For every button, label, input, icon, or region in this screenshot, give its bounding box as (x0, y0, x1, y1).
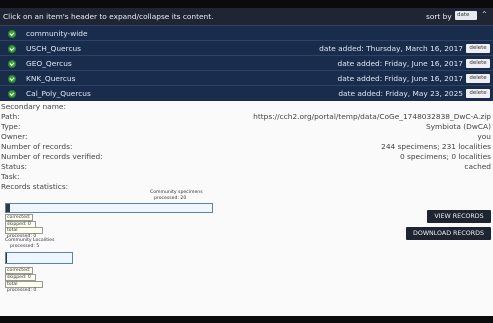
localities-processed: processed: 5 (10, 244, 40, 249)
specimens-processed: processed: 20 (154, 196, 187, 201)
item-community-wide[interactable]: community-wide (0, 25, 493, 41)
stats-label: Records statistics: (1, 182, 69, 191)
localities-title: Community Localities (5, 238, 55, 243)
secondary-name-row: Secondary name: (0, 101, 493, 111)
instructions-text: Click on an item's header to expand/coll… (3, 12, 214, 21)
item-cal-poly-quercus[interactable]: Cal_Poly_Quercus date added: Friday, May… (0, 85, 493, 101)
progress-fill (6, 253, 8, 263)
status-value: cached (464, 162, 491, 171)
chevron-up-icon[interactable]: ⌃ (481, 10, 488, 19)
progress-fill (6, 204, 11, 212)
delete-button[interactable]: delete (466, 44, 490, 53)
type-label: Type: (1, 122, 21, 131)
verified-value: 0 specimens; 0 localities (399, 152, 491, 161)
sort-select[interactable]: date (455, 11, 477, 20)
stats-row: Records statistics: (0, 181, 493, 191)
item-name: KNK_Quercus (26, 74, 76, 83)
delete-button[interactable]: delete (466, 59, 490, 68)
item-name: GEO_Qercus (26, 59, 72, 68)
type-value: Symbiota (DwCA) (425, 122, 491, 131)
check-icon (8, 75, 16, 83)
records-label: Number of records: (1, 142, 73, 151)
owner-label: Owner: (1, 132, 28, 141)
list-header: Click on an item's header to expand/coll… (0, 8, 493, 25)
app-window: Click on an item's header to expand/coll… (0, 0, 493, 323)
owner-value: you (477, 132, 491, 141)
specimens-progress-bar (5, 203, 213, 213)
item-details-panel: Secondary name: Path: https://cch2.org/p… (0, 101, 493, 316)
item-name: community-wide (26, 29, 88, 38)
secondary-name-label: Secondary name: (1, 102, 66, 111)
verified-label: Number of records verified: (1, 152, 103, 161)
download-records-button[interactable]: DOWNLOAD RECORDS (406, 227, 491, 240)
item-geo-qercus[interactable]: GEO_Qercus date added: Friday, June 16, … (0, 55, 493, 71)
item-usch-quercus[interactable]: USCH_Quercus date added: Thursday, March… (0, 40, 493, 56)
status-label: Status: (1, 162, 28, 171)
task-label: Task: (1, 172, 20, 181)
item-date: date added: Friday, May 23, 2025 (338, 89, 463, 98)
records-row: Number of records: 244 specimens; 231 lo… (0, 141, 493, 151)
view-records-button[interactable]: VIEW RECORDS (427, 210, 491, 223)
records-value: 244 specimens; 231 localities (381, 142, 491, 151)
window-bottom-edge (0, 316, 493, 323)
corrected-count: corrected: 0 (5, 214, 33, 226)
check-icon (8, 45, 16, 53)
check-icon (8, 30, 16, 38)
check-icon (8, 60, 16, 68)
sort-label: sort by (426, 12, 452, 21)
localities-progress-bar (5, 252, 73, 264)
specimens-title: Community specimens (150, 190, 203, 195)
corrected-count: corrected: 0 (5, 267, 33, 279)
total-processed: total processed: 0 (5, 281, 43, 293)
task-row: Task: (0, 171, 493, 181)
check-icon (8, 90, 16, 98)
item-date: date added: Thursday, March 16, 2017 (319, 44, 463, 53)
owner-row: Owner: you (0, 131, 493, 141)
item-date: date added: Friday, June 16, 2017 (337, 59, 463, 68)
path-label: Path: (1, 112, 20, 121)
item-name: Cal_Poly_Quercus (26, 89, 91, 98)
skipped-count: skipped: 0 (5, 274, 36, 281)
item-knk-quercus[interactable]: KNK_Quercus date added: Friday, June 16,… (0, 70, 493, 86)
path-row: Path: https://cch2.org/portal/temp/data/… (0, 111, 493, 121)
item-name: USCH_Quercus (26, 44, 82, 53)
type-row: Type: Symbiota (DwCA) (0, 121, 493, 131)
verified-row: Number of records verified: 0 specimens;… (0, 151, 493, 161)
delete-button[interactable]: delete (466, 89, 490, 98)
path-value: https://cch2.org/portal/temp/data/CoGe_1… (253, 112, 491, 121)
delete-button[interactable]: delete (466, 74, 490, 83)
item-date: date added: Friday, June 16, 2017 (337, 74, 463, 83)
total-processed: total processed: 0 (5, 227, 43, 239)
status-row: Status: cached (0, 161, 493, 171)
